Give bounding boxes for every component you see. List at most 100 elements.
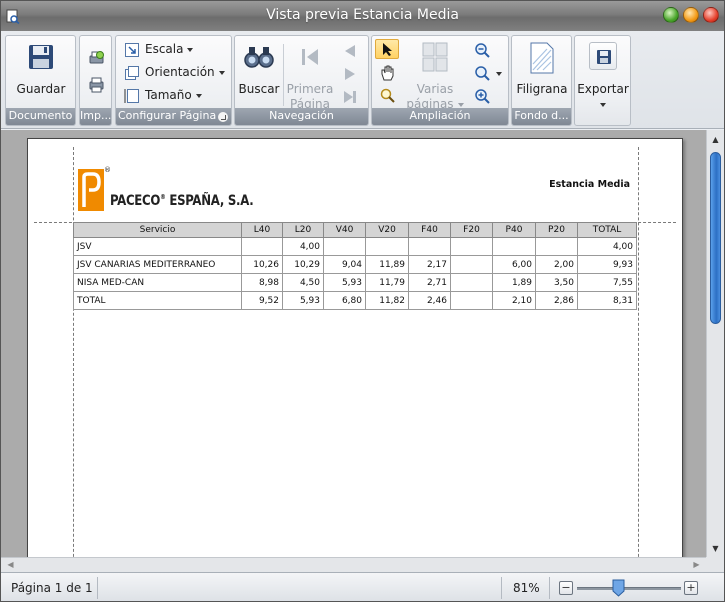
primera-pagina-button[interactable]: Primera Página (285, 38, 335, 111)
close-button[interactable] (703, 7, 719, 23)
value-cell (450, 273, 493, 292)
floppy-icon (29, 45, 53, 69)
value-cell (408, 237, 451, 256)
varias-paginas-button[interactable]: Varias páginas (404, 38, 466, 111)
print-icon[interactable] (88, 76, 105, 93)
service-cell: TOTAL (73, 291, 242, 310)
value-cell: 6,00 (492, 255, 536, 274)
column-header: L20 (282, 222, 324, 238)
value-cell: 2,00 (535, 255, 578, 274)
dialog-launcher-icon[interactable] (218, 112, 228, 122)
value-cell: 2,86 (535, 291, 578, 310)
value-cell: 2,17 (408, 255, 451, 274)
value-cell (323, 237, 366, 256)
maximize-button[interactable] (663, 7, 679, 23)
value-cell: 9,52 (241, 291, 283, 310)
scroll-up-icon[interactable]: ▲ (707, 132, 724, 148)
registered-mark: ® (104, 166, 111, 174)
value-cell: 2,46 (408, 291, 451, 310)
chevron-down-icon (187, 47, 194, 52)
group-ampliacion: Varias páginas Ampliación (371, 35, 509, 126)
zoom-slider-thumb[interactable] (612, 579, 625, 597)
status-bar: Página 1 de 1 81% − + (1, 572, 724, 601)
save-button[interactable]: Guardar (8, 38, 74, 108)
zoom-in-icon[interactable] (474, 88, 490, 104)
value-cell: 4,00 (282, 237, 324, 256)
preview-window: Vista previa Estancia Media Guardar Docu… (0, 0, 725, 602)
group-imprimir: Imp... (79, 35, 112, 126)
filigrana-button[interactable]: Filigrana (514, 38, 570, 108)
zoom-in-button[interactable]: + (684, 581, 698, 595)
value-cell: 4,50 (282, 273, 324, 292)
value-cell: 6,80 (323, 291, 366, 310)
hand-tool-icon[interactable] (379, 64, 397, 82)
status-separator (549, 577, 550, 599)
exportar-label: Exportar (577, 82, 629, 96)
value-cell: 11,89 (365, 255, 409, 274)
horizontal-scrollbar[interactable]: ◀ ▶ (1, 557, 706, 572)
report-title: Estancia Media (549, 179, 630, 190)
group-label-imprimir: Imp... (80, 108, 111, 125)
buscar-label: Buscar (238, 82, 280, 96)
previous-page-icon[interactable] (343, 44, 357, 58)
configurar-label: Configurar Página (118, 109, 217, 122)
column-header: F20 (450, 222, 493, 238)
value-cell: 11,79 (365, 273, 409, 292)
filigrana-label: Filigrana (516, 82, 568, 96)
next-page-icon[interactable] (343, 67, 357, 81)
chevron-down-icon (195, 93, 202, 98)
binoculars-icon (244, 47, 274, 68)
value-cell (241, 237, 283, 256)
zoom-tool-icon[interactable] (380, 88, 396, 104)
pointer-tool-button[interactable] (375, 39, 399, 59)
service-cell: NISA MED-CAN (73, 273, 242, 292)
scroll-right-icon[interactable]: ▶ (689, 558, 704, 572)
table-row: JSV CANARIAS MEDITERRANEO 10,26 10,29 9,04 1… (73, 255, 637, 274)
page-indicator: Página 1 de 1 (11, 581, 93, 595)
value-cell: 5,93 (323, 273, 366, 292)
page-size-icon (124, 89, 139, 103)
company-suffix: ESPAÑA, S.A. (165, 193, 254, 209)
zoom-slider-track[interactable] (577, 587, 681, 590)
value-cell: 2,10 (492, 291, 536, 310)
orientacion-label: Orientación (145, 65, 215, 79)
zoom-out-button[interactable]: − (559, 581, 573, 595)
table-row: NISA MED-CAN 8,98 4,50 5,93 11,79 2,71 1,89 3,5… (73, 273, 637, 292)
column-header: Servicio (73, 222, 242, 238)
exportar-button[interactable]: Exportar (577, 38, 629, 122)
value-cell: 8,31 (577, 291, 637, 310)
print-preview-icon[interactable] (88, 50, 105, 67)
group-navegacion: Buscar Primera Página Navegación (234, 35, 369, 126)
group-configurar-pagina: Escala Orientación Tamaño Configurar Pág… (115, 35, 232, 126)
scroll-down-icon[interactable]: ▼ (707, 541, 724, 557)
service-cell: JSV (73, 237, 242, 256)
value-cell (450, 237, 493, 256)
buscar-button[interactable]: Buscar (237, 38, 281, 108)
zoom-dropdown-chevron-icon[interactable] (496, 72, 502, 76)
group-label-fondo: Fondo d... (512, 108, 571, 125)
table-header-row: Servicio L40 L20 V40 V20 F40 F20 P40 P20 TOTAL (73, 222, 637, 238)
column-header: L40 (241, 222, 283, 238)
zoom-icon[interactable] (474, 65, 490, 81)
cursor-arrow-icon (383, 43, 392, 56)
minimize-button[interactable] (683, 7, 699, 23)
value-cell: 9,93 (577, 255, 637, 274)
value-cell: 9,04 (323, 255, 366, 274)
margin-guide-right (638, 147, 639, 577)
group-label-configurar: Configurar Página (116, 108, 231, 125)
value-cell: 1,89 (492, 273, 536, 292)
preview-area[interactable]: ® PACECO® ESPAÑA, S.A. Estancia Media Se… (1, 130, 724, 578)
group-label-documento: Documento (6, 108, 75, 125)
table-row: JSV 4,00 4,00 (73, 237, 637, 256)
zoom-out-icon[interactable] (474, 42, 490, 58)
value-cell: 5,93 (282, 291, 324, 310)
value-cell: 11,82 (365, 291, 409, 310)
vertical-scrollbar[interactable]: ▲ ▼ (706, 130, 724, 557)
vertical-scroll-thumb[interactable] (710, 152, 721, 324)
zoom-percentage: 81% (513, 581, 540, 595)
value-cell (450, 255, 493, 274)
title-bar: Vista previa Estancia Media (1, 1, 724, 31)
last-page-icon[interactable] (343, 90, 357, 104)
scroll-left-icon[interactable]: ◀ (3, 558, 18, 572)
scale-icon (125, 43, 139, 57)
